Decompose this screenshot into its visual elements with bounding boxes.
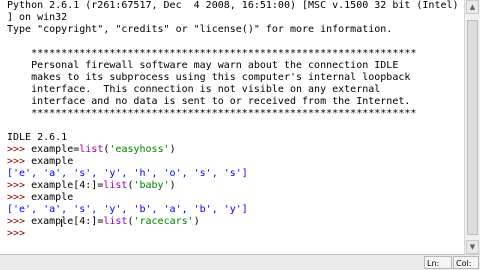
code-name: example	[31, 144, 74, 155]
scroll-down-arrow-icon[interactable]: ▼	[466, 240, 479, 254]
code-string: 'easyhoss'	[109, 144, 170, 155]
input-line: >>> example	[7, 156, 459, 168]
firewall-notice-line: interface. This connection is not visibl…	[7, 84, 381, 95]
firewall-notice-line: ****************************************…	[7, 108, 417, 119]
info-line: Type "copyright", "credits" or "license(…	[7, 24, 393, 35]
scroll-up-arrow-icon[interactable]: ▲	[466, 0, 479, 14]
text-cursor-icon: I	[60, 217, 64, 230]
idle-shell-window: Python 2.6.1 (r261:67517, Dec 4 2008, 16…	[0, 0, 480, 270]
input-line: >>> example[4:]=list('baby')	[7, 180, 459, 192]
vertical-scrollbar[interactable]: ▲ ▼	[464, 0, 480, 254]
idle-version-line: IDLE 2.6.1	[7, 132, 68, 143]
code-paren-close: )	[169, 180, 176, 191]
code-name: example[4:]=	[31, 216, 104, 227]
output-line: ['e', 'a', 's', 'y', 'b', 'a', 'b', 'y']	[7, 204, 248, 215]
firewall-notice-line: makes to its subprocess using this compu…	[7, 72, 411, 83]
input-line: >>> example=list('easyhoss')	[7, 144, 459, 156]
column-number-indicator: Col: 4	[453, 256, 479, 269]
code-name: example	[31, 156, 74, 167]
output-line: ['e', 'a', 's', 'y', 'h', 'o', 's', 's']	[7, 168, 248, 179]
code-name: example[4:]=	[31, 180, 104, 191]
code-paren-close: )	[169, 144, 176, 155]
code-string: 'baby'	[133, 180, 170, 191]
shell-lines: Python 2.6.1 (r261:67517, Dec 4 2008, 16…	[7, 0, 459, 240]
python-version-line: Python 2.6.1 (r261:67517, Dec 4 2008, 16…	[7, 0, 459, 11]
prompt: >>>	[7, 156, 32, 167]
status-bar: Ln: 19 Col: 4	[0, 254, 480, 270]
firewall-notice-line: Personal firewall software may warn abou…	[7, 60, 399, 71]
prompt: >>>	[7, 216, 32, 227]
input-line: >>> example[4:]=list('racecars')	[7, 216, 459, 228]
prompt: >>>	[7, 144, 32, 155]
active-input-line[interactable]: >>>	[7, 228, 459, 240]
code-string: 'racecars'	[133, 216, 194, 227]
prompt: >>>	[7, 180, 32, 191]
prompt: >>>	[7, 192, 32, 203]
platform-line: ] on win32	[7, 12, 68, 23]
code-name: example	[31, 192, 74, 203]
shell-text-area[interactable]: Python 2.6.1 (r261:67517, Dec 4 2008, 16…	[0, 0, 464, 254]
code-paren-close: )	[193, 216, 200, 227]
code-builtin: list	[103, 180, 128, 191]
prompt: >>>	[7, 228, 32, 239]
line-number-indicator: Ln: 19	[424, 256, 452, 269]
input-line: >>> example	[7, 192, 459, 204]
firewall-notice-line: ****************************************…	[7, 48, 417, 59]
scrollbar-thumb[interactable]	[467, 20, 478, 235]
code-builtin: list	[103, 216, 128, 227]
code-builtin: list	[79, 144, 104, 155]
firewall-notice-line: interface and no data is sent to or rece…	[7, 96, 411, 107]
